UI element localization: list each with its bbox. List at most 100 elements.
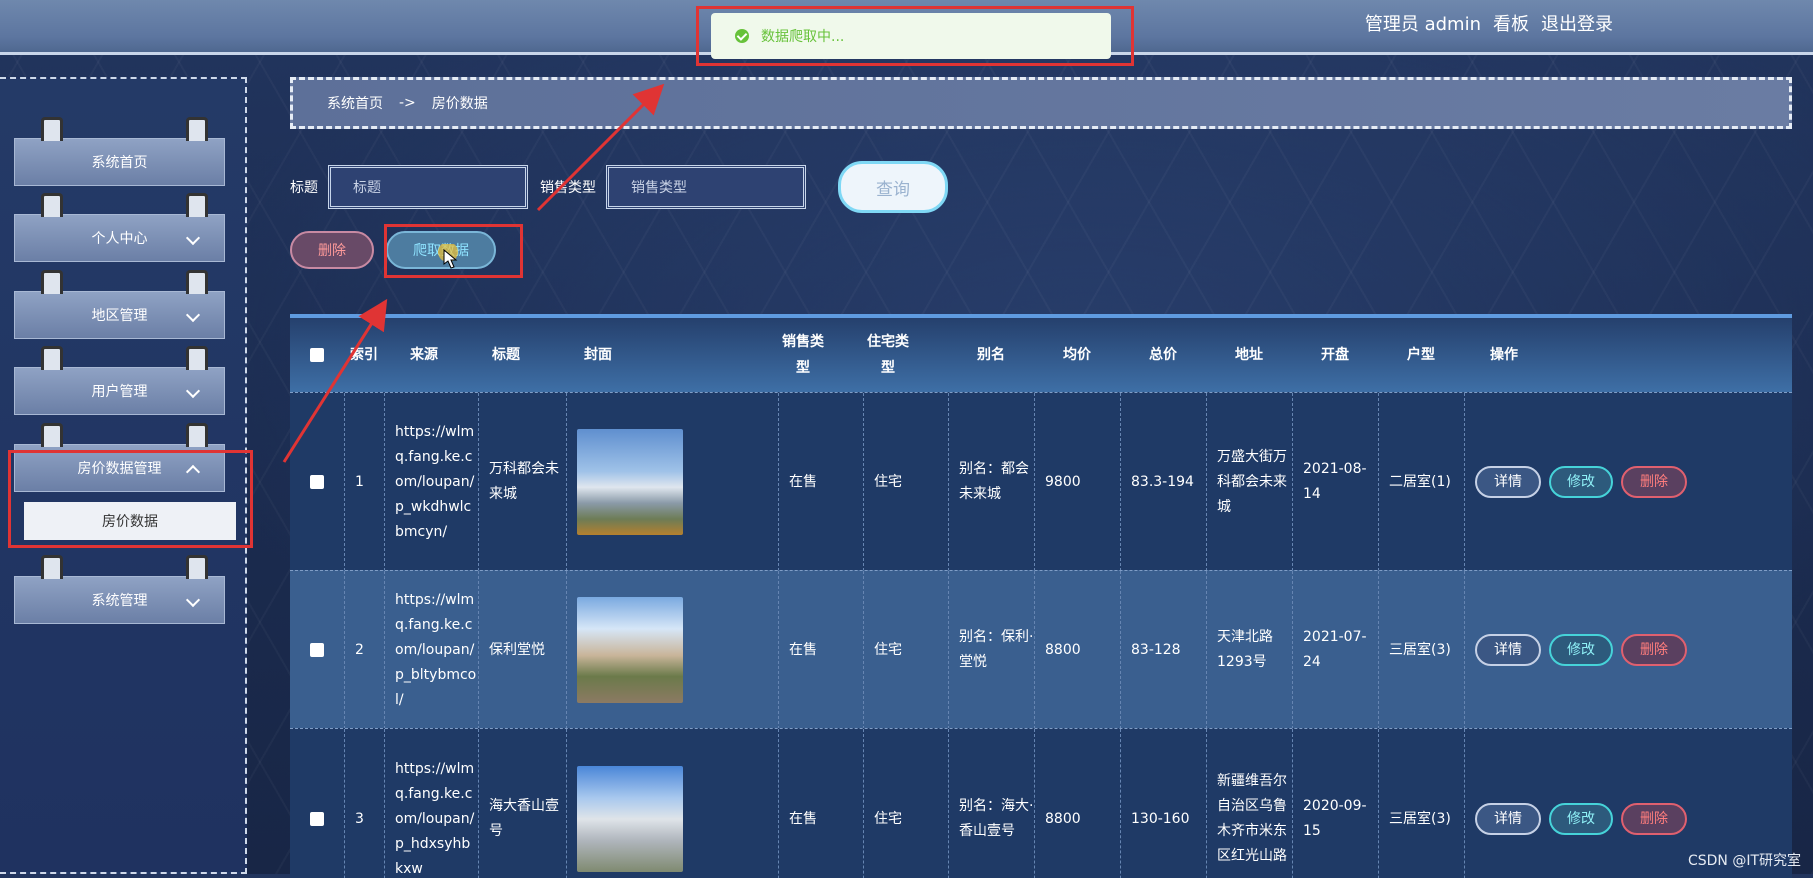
cell-open-date: 2020-09-15 (1292, 729, 1378, 878)
cell-layout: 二居室(1) (1378, 393, 1464, 571)
col-source: 来源 (410, 347, 438, 363)
row-checkbox[interactable] (310, 475, 324, 489)
cell-house-type: 住宅 (863, 729, 948, 878)
cell-total-price: 130-160 (1120, 729, 1206, 878)
sidebar-item-label: 用户管理 (91, 384, 148, 400)
col-total-price: 总价 (1149, 347, 1177, 363)
cover-image (577, 766, 683, 872)
sale-type-search-input[interactable]: 销售类型 (606, 165, 806, 209)
edit-button[interactable]: 修改 (1549, 634, 1613, 666)
select-all-header (290, 318, 344, 392)
cover-image (577, 597, 683, 703)
house-price-table: 索引 来源 标题 封面 销售类型 住宅类型 别名 均价 总价 地址 开盘 户型 … (290, 314, 1792, 878)
cell-alias: 别名：海大·香山壹号 (948, 729, 1034, 878)
cell-address: 天津北路1293号 (1206, 571, 1292, 729)
cell-avg-price: 8800 (1034, 729, 1120, 878)
row-checkbox[interactable] (310, 812, 324, 826)
watermark: CSDN @IT研究室 (1687, 853, 1801, 869)
clip-icon (186, 346, 208, 370)
sidebar-item-personal-center[interactable]: 个人中心 (14, 193, 225, 262)
detail-button[interactable]: 详情 (1475, 803, 1541, 835)
select-all-checkbox[interactable] (310, 348, 324, 362)
delete-button[interactable]: 删除 (1621, 803, 1687, 835)
title-search-input[interactable]: 标题 (328, 165, 528, 209)
sidebar-item-users[interactable]: 用户管理 (14, 346, 225, 415)
sidebar-item-label: 个人中心 (91, 231, 148, 247)
cell-title: 保利堂悦 (478, 571, 566, 729)
col-address: 地址 (1235, 347, 1263, 363)
clip-icon (41, 423, 63, 447)
cell-open-date: 2021-07-24 (1292, 571, 1378, 729)
cell-title: 海大香山壹号 (478, 729, 566, 878)
logout-link[interactable]: 退出登录 (1541, 10, 1613, 36)
admin-user-label: 管理员 admin (1364, 14, 1481, 35)
search-row: 标题 标题 销售类型 销售类型 查询 (290, 161, 948, 213)
row-checkbox[interactable] (310, 643, 324, 657)
cell-source: https://wlmq.fang.ke.com/loupan/p_hdxsyh… (384, 729, 478, 878)
query-button[interactable]: 查询 (838, 161, 948, 213)
col-title: 标题 (492, 347, 520, 363)
cell-index: 2 (344, 571, 384, 729)
batch-delete-button[interactable]: 删除 (290, 231, 374, 269)
cell-title: 万科都会未来城 (478, 393, 566, 571)
col-cover: 封面 (584, 347, 612, 363)
sidebar-item-label: 地区管理 (91, 308, 148, 324)
toast-highlight-box: 数据爬取中... (696, 6, 1134, 66)
cell-layout: 三居室(3) (1378, 729, 1464, 878)
clip-icon (41, 193, 63, 217)
delete-button[interactable]: 删除 (1621, 634, 1687, 666)
chevron-down-icon (185, 383, 201, 399)
success-check-icon (735, 29, 749, 43)
cell-layout: 三居室(3) (1378, 571, 1464, 729)
table-header: 索引 来源 标题 封面 销售类型 住宅类型 别名 均价 总价 地址 开盘 户型 … (290, 318, 1792, 392)
clip-icon (186, 193, 208, 217)
clip-icon (41, 555, 63, 579)
chevron-down-icon (185, 307, 201, 323)
title-label: 标题 (290, 180, 318, 196)
cell-house-type: 住宅 (863, 393, 948, 571)
cell-open-date: 2021-08-14 (1292, 393, 1378, 571)
edit-button[interactable]: 修改 (1549, 466, 1613, 498)
col-sale-type: 销售类型 (782, 334, 824, 376)
cell-alias: 别名：都会未来城 (948, 393, 1034, 571)
cell-index: 3 (344, 729, 384, 878)
delete-button[interactable]: 删除 (1621, 466, 1687, 498)
cell-alias: 别名：保利·堂悦 (948, 571, 1034, 729)
cell-address: 新疆维吾尔自治区乌鲁木齐市米东区红光山路 (1206, 729, 1292, 878)
cell-sale-type: 在售 (778, 571, 863, 729)
sidebar-highlight-box (8, 450, 253, 548)
sidebar-item-home[interactable]: 系统首页 (14, 117, 225, 186)
detail-button[interactable]: 详情 (1475, 466, 1541, 498)
cell-address: 万盛大街万科都会未来城 (1206, 393, 1292, 571)
clip-icon (41, 117, 63, 141)
col-alias: 别名 (977, 347, 1005, 363)
cell-index: 1 (344, 393, 384, 571)
table-row: 1 https://wlmq.fang.ke.com/loupan/p_wkdh… (290, 392, 1792, 571)
cell-sale-type: 在售 (778, 729, 863, 878)
sidebar-item-region[interactable]: 地区管理 (14, 270, 225, 339)
clip-icon (41, 346, 63, 370)
board-link[interactable]: 看板 (1493, 10, 1529, 36)
header-user-area: 管理员 admin 看板 退出登录 (1365, 10, 1613, 36)
cell-source: https://wlmq.fang.ke.com/loupan/p_wkdhwl… (384, 393, 478, 571)
table-row: 2 https://wlmq.fang.ke.com/loupan/p_blty… (290, 570, 1792, 729)
col-index: 索引 (350, 347, 378, 363)
col-actions: 操作 (1490, 347, 1518, 363)
breadcrumb-current: 房价数据 (431, 96, 488, 112)
breadcrumb-home[interactable]: 系统首页 (327, 93, 383, 113)
cell-total-price: 83.3-194 (1120, 393, 1206, 571)
clip-icon (186, 117, 208, 141)
clip-icon (41, 270, 63, 294)
col-avg-price: 均价 (1063, 347, 1091, 363)
sidebar-item-label: 系统管理 (91, 593, 148, 609)
clip-icon (186, 423, 208, 447)
clip-icon (186, 555, 208, 579)
sidebar-item-system[interactable]: 系统管理 (14, 555, 225, 624)
sale-type-label: 销售类型 (540, 180, 596, 196)
crawl-highlight-box (384, 224, 523, 278)
detail-button[interactable]: 详情 (1475, 634, 1541, 666)
cell-total-price: 83-128 (1120, 571, 1206, 729)
breadcrumb: 系统首页 -> 房价数据 (290, 77, 1792, 129)
edit-button[interactable]: 修改 (1549, 803, 1613, 835)
col-house-type: 住宅类型 (867, 334, 909, 376)
